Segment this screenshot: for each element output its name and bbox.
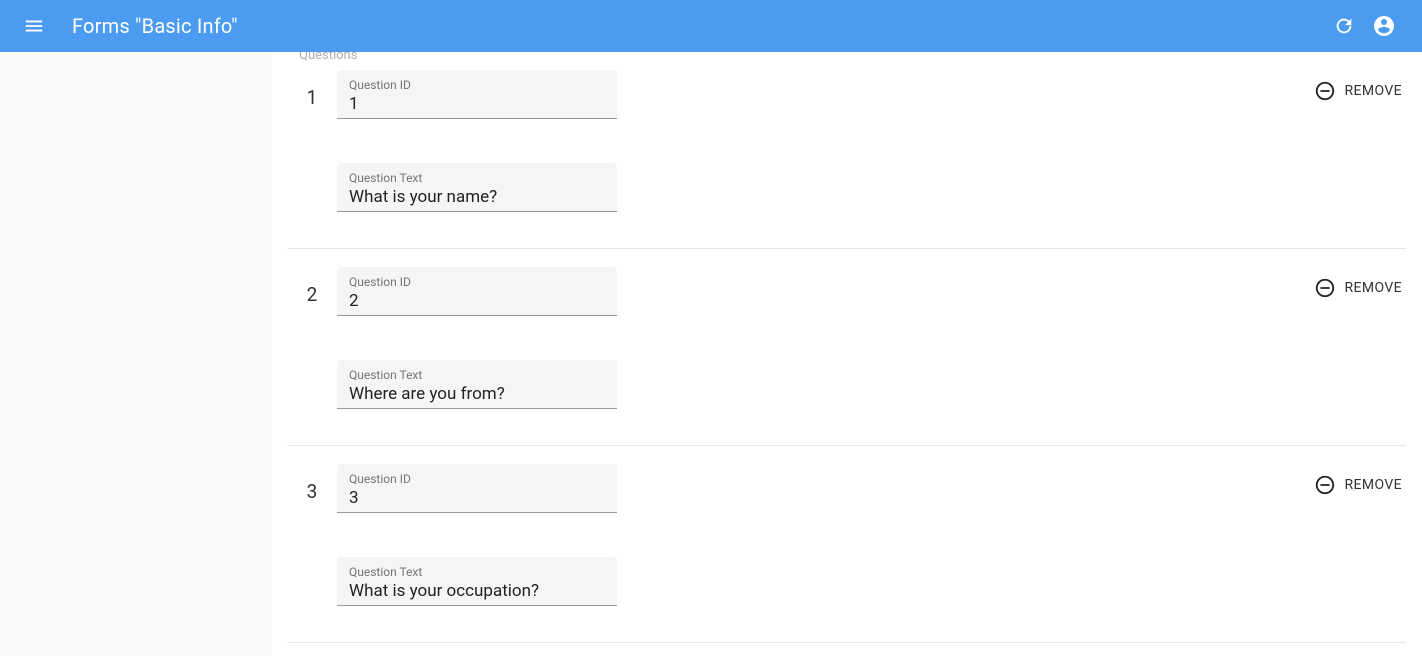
field-label: Question ID (349, 78, 605, 92)
main-content: Questions 1 Question ID Question Text RE… (271, 52, 1422, 656)
question-text-input[interactable] (349, 185, 605, 207)
remove-label: REMOVE (1344, 477, 1402, 493)
question-id-input[interactable] (349, 92, 605, 114)
account-button[interactable] (1364, 6, 1404, 46)
add-button[interactable]: ADD (287, 643, 1406, 656)
question-id-field[interactable]: Question ID (337, 70, 617, 119)
question-text-input[interactable] (349, 382, 605, 404)
question-row: 1 Question ID Question Text REMOVE (287, 52, 1406, 249)
remove-circle-icon (1314, 474, 1336, 496)
app-bar: Forms "Basic Info" (0, 0, 1422, 52)
question-index: 1 (287, 70, 337, 212)
question-text-field[interactable]: Question Text (337, 557, 617, 606)
question-id-field[interactable]: Question ID (337, 267, 617, 316)
account-icon (1372, 14, 1396, 38)
question-row: 3 Question ID Question Text REMOVE (287, 446, 1406, 643)
question-id-field[interactable]: Question ID (337, 464, 617, 513)
menu-button[interactable] (18, 10, 50, 42)
field-label: Question Text (349, 368, 605, 382)
question-index: 3 (287, 464, 337, 606)
section-label: Questions (293, 52, 357, 63)
remove-circle-icon (1314, 80, 1336, 102)
field-label: Question Text (349, 565, 605, 579)
field-label: Question ID (349, 275, 605, 289)
remove-button[interactable]: REMOVE (1314, 80, 1402, 102)
question-index: 2 (287, 267, 337, 409)
question-row: 2 Question ID Question Text REMOVE (287, 249, 1406, 446)
remove-circle-icon (1314, 277, 1336, 299)
remove-label: REMOVE (1344, 83, 1402, 99)
remove-button[interactable]: REMOVE (1314, 277, 1402, 299)
question-text-input[interactable] (349, 579, 605, 601)
refresh-icon (1333, 15, 1355, 37)
field-label: Question ID (349, 472, 605, 486)
menu-icon (23, 15, 45, 37)
question-text-field[interactable]: Question Text (337, 163, 617, 212)
field-label: Question Text (349, 171, 605, 185)
page-title: Forms "Basic Info" (72, 14, 238, 38)
remove-label: REMOVE (1344, 280, 1402, 296)
remove-button[interactable]: REMOVE (1314, 474, 1402, 496)
question-id-input[interactable] (349, 289, 605, 311)
refresh-button[interactable] (1324, 6, 1364, 46)
question-text-field[interactable]: Question Text (337, 360, 617, 409)
question-id-input[interactable] (349, 486, 605, 508)
sidebar (0, 52, 271, 656)
